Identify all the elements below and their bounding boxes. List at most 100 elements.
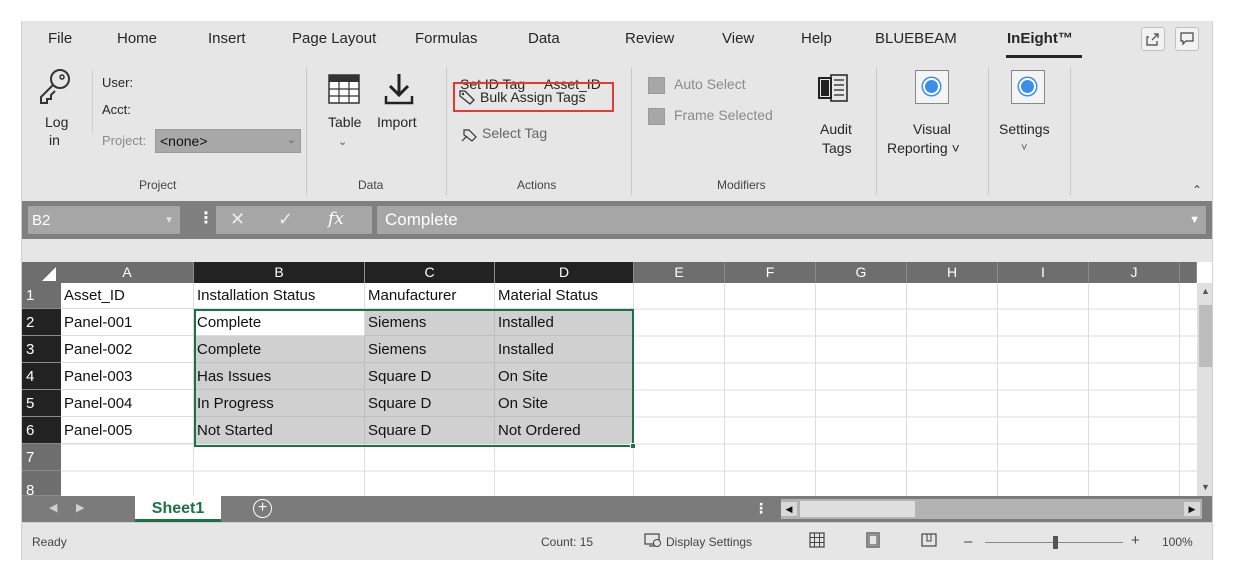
group-divider (876, 67, 877, 195)
display-settings-icon (644, 533, 661, 547)
tab-splitter-icon[interactable]: ⋮ (754, 500, 768, 517)
tab-insert[interactable]: Insert (208, 30, 246, 47)
download-icon (384, 74, 414, 105)
visual-reporting-label-1: Visual (913, 121, 951, 137)
formula-value: Complete (385, 210, 458, 229)
visual-reporting-icon (915, 70, 949, 104)
sheet-tabs-bar: ◀ ▶ Sheet1 + ⋮ ◀ ▶ (22, 496, 1212, 522)
active-tab-underline (1006, 55, 1082, 58)
group-divider (1070, 67, 1071, 195)
scroll-left-icon[interactable]: ◀ (781, 502, 797, 516)
enter-icon[interactable]: ✓ (278, 209, 293, 230)
tag-icon (459, 90, 475, 105)
prev-sheet-icon[interactable]: ◀ (49, 501, 57, 514)
zoom-in-button[interactable]: + (1131, 532, 1140, 549)
excel-window: File Home Insert Page Layout Formulas Da… (21, 21, 1213, 560)
frame-selected-checkbox[interactable] (648, 108, 665, 125)
tab-bluebeam[interactable]: BLUEBEAM (875, 30, 957, 47)
tab-view[interactable]: View (722, 30, 754, 47)
settings-label: Settings (999, 121, 1050, 137)
tab-data[interactable]: Data (528, 30, 560, 47)
next-sheet-icon[interactable]: ▶ (76, 501, 84, 514)
group-label-actions: Actions (517, 178, 557, 192)
select-tag-label: Select Tag (482, 125, 548, 141)
group-label-project: Project (139, 178, 177, 192)
vertical-scroll-thumb[interactable] (1199, 305, 1212, 367)
status-ready: Ready (32, 535, 67, 549)
key-icon (40, 69, 70, 104)
fill-handle[interactable] (630, 443, 636, 449)
status-bar: Ready Count: 15 Display Settings – + 100… (22, 522, 1212, 560)
visual-reporting-label-2: Reporting ˅ (887, 140, 960, 156)
table-label: Table (328, 114, 362, 130)
more-options-icon[interactable]: ⋮ (198, 208, 214, 228)
chevron-down-icon: ⌄ (286, 134, 296, 146)
group-label-modifiers: Modifiers (717, 178, 766, 192)
cancel-icon[interactable]: ✕ (230, 209, 245, 230)
expand-formula-icon[interactable]: ▼ (1189, 214, 1200, 226)
auto-select-label: Auto Select (674, 76, 746, 92)
tab-ineight[interactable]: InEight™ (1007, 30, 1073, 47)
tab-home[interactable]: Home (117, 30, 157, 47)
scroll-right-icon[interactable]: ▶ (1184, 502, 1200, 516)
ribbon: Log in User: Acct: Project: <none> ⌄ Pro… (22, 59, 1212, 200)
zoom-level[interactable]: 100% (1162, 535, 1193, 549)
audit-tags-label-1: Audit (820, 121, 852, 137)
divider (92, 70, 93, 134)
audit-tags-icon (818, 74, 848, 102)
chevron-down-icon: ⌄ (338, 136, 348, 148)
scroll-down-icon[interactable]: ▼ (1197, 479, 1212, 496)
tag-pointer-icon (461, 129, 477, 142)
scroll-up-icon[interactable]: ▲ (1197, 283, 1212, 300)
comments-icon[interactable] (1175, 27, 1199, 51)
name-box-value: B2 (32, 211, 51, 229)
frame-selected-label: Frame Selected (674, 107, 773, 123)
group-divider (988, 67, 989, 195)
horizontal-scrollbar[interactable]: ◀ ▶ (781, 499, 1202, 519)
insert-function-icon[interactable]: fx (328, 209, 344, 229)
bulk-assign-tags-button[interactable]: Bulk Assign Tags (453, 82, 614, 112)
login-label-1: Log (45, 114, 69, 130)
zoom-out-button[interactable]: – (964, 533, 972, 550)
name-box[interactable]: B2 ▼ (28, 206, 180, 234)
ribbon-tabs: File Home Insert Page Layout Formulas Da… (22, 21, 1212, 58)
tab-review[interactable]: Review (625, 30, 674, 47)
tab-file[interactable]: File (48, 30, 72, 47)
project-select-value: <none> (160, 133, 208, 149)
sheet-tab-sheet1[interactable]: Sheet1 (135, 496, 221, 522)
zoom-slider-thumb[interactable] (1053, 536, 1058, 549)
auto-select-checkbox[interactable] (648, 77, 665, 94)
normal-view-icon[interactable] (809, 532, 825, 548)
page-break-view-icon[interactable] (921, 532, 937, 548)
audit-tags-label-2: Tags (822, 140, 852, 156)
formula-input[interactable]: Complete ▼ (377, 206, 1206, 234)
settings-chevron: ˅ (1021, 142, 1028, 154)
display-settings-label: Display Settings (666, 535, 753, 549)
group-divider (631, 67, 632, 195)
project-select[interactable]: <none> ⌄ (155, 129, 301, 153)
horizontal-scroll-thumb[interactable] (800, 501, 915, 517)
import-label: Import (377, 114, 417, 130)
share-icon[interactable] (1141, 27, 1165, 51)
bulk-assign-tags-label: Bulk Assign Tags (480, 89, 586, 105)
formula-bar: B2 ▼ ⋮ ✕ ✓ fx Complete ▼ (22, 201, 1212, 239)
group-divider (306, 67, 307, 195)
tab-formulas[interactable]: Formulas (415, 30, 478, 47)
group-divider (446, 67, 447, 195)
chevron-down-icon: ▼ (164, 214, 174, 226)
status-count: Count: 15 (541, 535, 594, 549)
tab-help[interactable]: Help (801, 30, 832, 47)
settings-icon (1011, 70, 1045, 104)
page-layout-view-icon[interactable] (865, 532, 881, 548)
formula-buttons: ✕ ✓ fx (216, 206, 372, 234)
table-icon (328, 74, 360, 104)
add-sheet-icon[interactable]: + (253, 499, 272, 518)
collapse-ribbon-icon[interactable]: ⌃ (1192, 183, 1202, 197)
tab-page-layout[interactable]: Page Layout (292, 30, 376, 47)
login-label-2: in (49, 132, 60, 148)
project-label: Project: (102, 133, 147, 148)
user-label: User: (102, 75, 134, 90)
acct-label: Acct: (102, 102, 131, 117)
group-label-data: Data (358, 178, 384, 192)
worksheet-grid[interactable]: A B C D E F G H I J 1 2 3 4 5 6 7 8 Asse… (22, 239, 1212, 496)
